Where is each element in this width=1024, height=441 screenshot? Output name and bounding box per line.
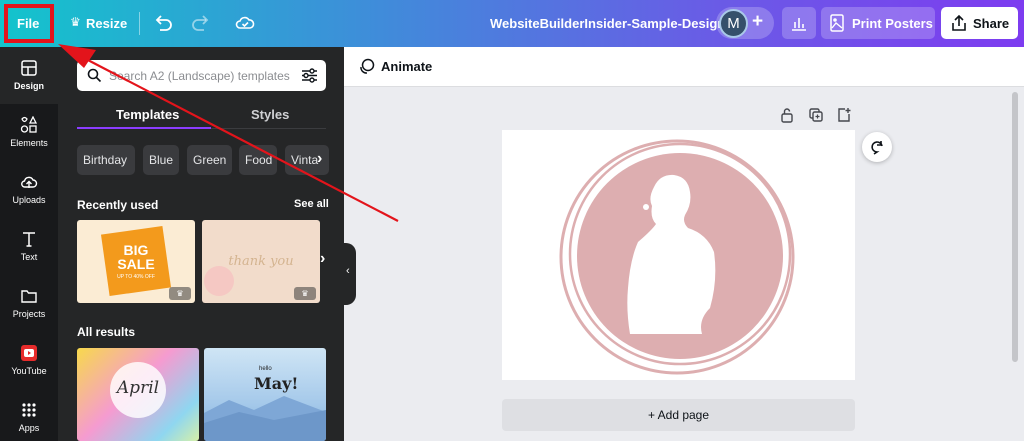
annotation-arrow xyxy=(58,44,399,222)
canva-editor: File ♛ Resize WebsiteBuilderInsider-Samp… xyxy=(0,0,1024,441)
